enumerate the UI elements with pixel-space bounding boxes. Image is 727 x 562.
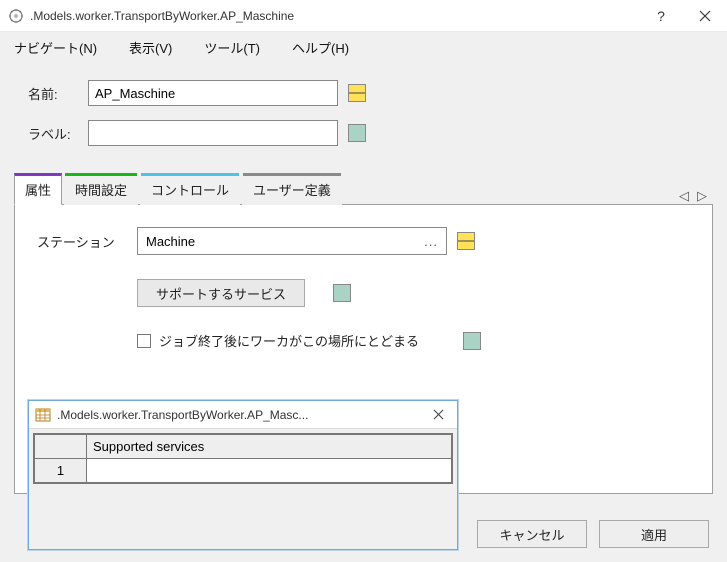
titlebar: .Models.worker.TransportByWorker.AP_Masc…: [0, 0, 727, 32]
menu-view[interactable]: 表示(V): [125, 35, 176, 60]
label-label: ラベル:: [28, 124, 88, 143]
stay-checkbox[interactable]: [137, 334, 151, 348]
cancel-button[interactable]: キャンセル: [477, 520, 587, 548]
station-value: Machine: [146, 234, 424, 249]
grid-cell[interactable]: [87, 459, 452, 483]
help-button[interactable]: ?: [639, 0, 683, 32]
grid-row-index: 1: [35, 459, 87, 483]
menu-tools[interactable]: ツール(T): [200, 35, 264, 60]
window-title: .Models.worker.TransportByWorker.AP_Masc…: [30, 9, 639, 23]
grid-col-services[interactable]: Supported services: [87, 435, 452, 459]
tab-next-icon[interactable]: ▷: [697, 188, 707, 204]
services-grid[interactable]: Supported services 1: [33, 433, 453, 484]
station-label: ステーション: [37, 232, 137, 251]
form-area: 名前: ラベル:: [0, 62, 727, 166]
inherit-chip-name[interactable]: [348, 84, 366, 102]
footer-buttons: キャンセル 適用: [477, 520, 709, 548]
tab-times[interactable]: 時間設定: [64, 173, 138, 205]
subwindow-titlebar[interactable]: .Models.worker.TransportByWorker.AP_Masc…: [29, 401, 457, 429]
services-subwindow: .Models.worker.TransportByWorker.AP_Masc…: [28, 400, 458, 550]
station-field[interactable]: Machine ...: [137, 227, 447, 255]
menu-help[interactable]: ヘルプ(H): [288, 35, 353, 60]
inherit-chip-station[interactable]: [457, 232, 475, 250]
tab-prev-icon[interactable]: ◁: [679, 188, 689, 204]
stay-label: ジョブ終了後にワーカがこの場所にとどまる: [159, 331, 419, 350]
tab-attributes[interactable]: 属性: [14, 173, 62, 205]
table-row[interactable]: 1: [35, 459, 452, 483]
menu-navigate[interactable]: ナビゲート(N): [10, 35, 101, 60]
tab-controls[interactable]: コントロール: [140, 173, 240, 205]
inherit-chip-label[interactable]: [348, 124, 366, 142]
tab-attributes-label: 属性: [25, 183, 51, 198]
grid-corner: [35, 435, 87, 459]
table-icon: [35, 407, 51, 423]
inherit-chip-services[interactable]: [333, 284, 351, 302]
inherit-chip-stay[interactable]: [463, 332, 481, 350]
subwindow-close-icon[interactable]: [425, 407, 451, 423]
tab-user-label: ユーザー定義: [253, 183, 331, 198]
tab-controls-label: コントロール: [151, 183, 229, 198]
tab-strip: 属性 時間設定 コントロール ユーザー定義 ◁ ▷: [14, 172, 713, 204]
app-icon: [8, 8, 24, 24]
browse-icon[interactable]: ...: [424, 234, 438, 249]
tab-times-label: 時間設定: [75, 183, 127, 198]
supported-services-button[interactable]: サポートするサービス: [137, 279, 305, 307]
apply-button[interactable]: 適用: [599, 520, 709, 548]
name-input[interactable]: [88, 80, 338, 106]
close-button[interactable]: [683, 0, 727, 32]
menubar: ナビゲート(N) 表示(V) ツール(T) ヘルプ(H): [0, 32, 727, 62]
subwindow-title: .Models.worker.TransportByWorker.AP_Masc…: [57, 408, 425, 422]
label-input[interactable]: [88, 120, 338, 146]
tab-user[interactable]: ユーザー定義: [242, 173, 342, 205]
name-label: 名前:: [28, 84, 88, 103]
